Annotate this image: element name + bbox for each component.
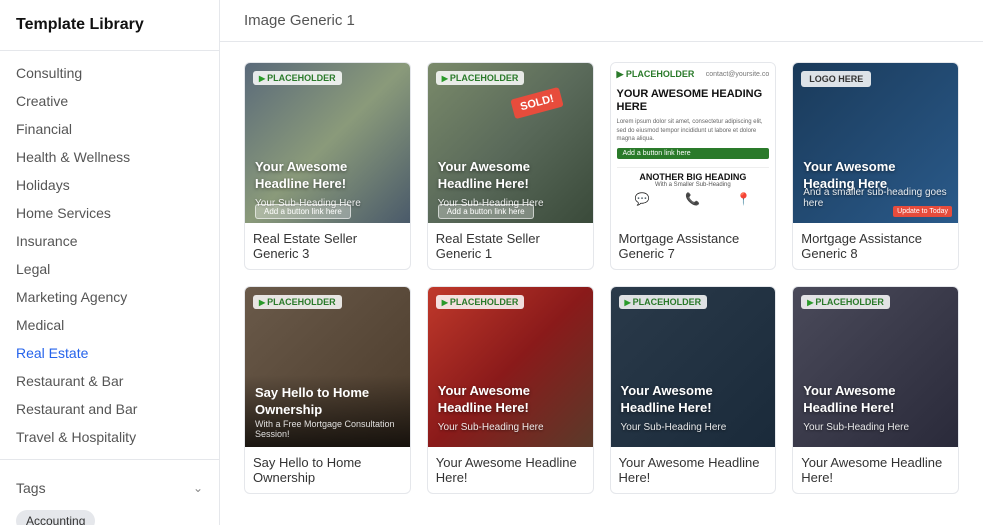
sidebar-nav-item-restaurant---bar[interactable]: Restaurant & Bar: [0, 367, 219, 395]
sidebar-nav-item-real-estate[interactable]: Real Estate: [0, 339, 219, 367]
main-header: Image Generic 1: [220, 0, 983, 42]
sidebar-nav-item-insurance[interactable]: Insurance: [0, 227, 219, 255]
template-card-6[interactable]: PLACEHOLDER Your Awesome Headline Here! …: [427, 286, 594, 494]
overlay-sub: With a Free Mortgage Consultation Sessio…: [255, 419, 400, 439]
sidebar-nav-item-medical[interactable]: Medical: [0, 311, 219, 339]
main-header-title: Image Generic 1: [244, 12, 355, 29]
sidebar-nav-item-holidays[interactable]: Holidays: [0, 171, 219, 199]
overlay-sub: Your Sub-Heading Here: [621, 422, 766, 433]
tags-label-text: Tags: [16, 480, 46, 496]
sidebar-nav-item-creative[interactable]: Creative: [0, 87, 219, 115]
template-label-5: Say Hello to Home Ownership: [245, 447, 410, 493]
mlc-body: Lorem ipsum dolor sit amet, consectetur …: [617, 118, 770, 143]
mlc-contact: contact@yoursite.co: [706, 71, 770, 78]
placeholder-badge: PLACEHOLDER: [253, 295, 342, 309]
mlc-second-heading: ANOTHER BIG HEADING: [617, 172, 770, 182]
template-card-3[interactable]: ▶ PLACEHOLDER contact@yoursite.co YOUR A…: [610, 62, 777, 270]
phone-icon: 📞: [685, 192, 700, 206]
mlc-icons: 💬 📞 📍: [617, 192, 770, 206]
overlay-btn: Add a button link here: [438, 204, 534, 219]
tags-section: Tags ⌄ Accounting: [0, 459, 219, 525]
overlay-btn: Add a button link here: [255, 204, 351, 219]
placeholder-badge: PLACEHOLDER: [436, 71, 525, 85]
sidebar-nav: ConsultingCreativeFinancialHealth & Well…: [0, 59, 219, 451]
placeholder-badge: PLACEHOLDER: [619, 295, 708, 309]
template-label-7: Your Awesome Headline Here!: [611, 447, 776, 493]
sidebar-nav-item-health---wellness[interactable]: Health & Wellness: [0, 143, 219, 171]
templates-grid: PLACEHOLDER Your Awesome Headline Here! …: [220, 42, 983, 514]
template-label-3: Mortgage Assistance Generic 7: [611, 223, 776, 269]
placeholder-badge: PLACEHOLDER: [436, 295, 525, 309]
template-card-8[interactable]: PLACEHOLDER Your Awesome Headline Here! …: [792, 286, 959, 494]
mlc-logo: ▶ PLACEHOLDER: [617, 69, 695, 80]
overlay-heading: Your Awesome Headline Here!: [438, 159, 583, 193]
sidebar-nav-item-marketing-agency[interactable]: Marketing Agency: [0, 283, 219, 311]
sidebar-title: Template Library: [0, 16, 219, 51]
template-label-6: Your Awesome Headline Here!: [428, 447, 593, 493]
placeholder-badge: PLACEHOLDER: [801, 295, 890, 309]
sidebar-nav-item-travel---hospitality[interactable]: Travel & Hospitality: [0, 423, 219, 451]
location-icon: 📍: [736, 192, 751, 206]
sidebar-nav-item-legal[interactable]: Legal: [0, 255, 219, 283]
mlc-btn: Add a button link here: [617, 148, 770, 159]
template-label-1: Real Estate Seller Generic 3: [245, 223, 410, 269]
template-label-8: Your Awesome Headline Here!: [793, 447, 958, 493]
sidebar-nav-item-consulting[interactable]: Consulting: [0, 59, 219, 87]
sidebar-nav-item-financial[interactable]: Financial: [0, 115, 219, 143]
sidebar-nav-item-restaurant-and-bar[interactable]: Restaurant and Bar: [0, 395, 219, 423]
placeholder-badge: PLACEHOLDER: [253, 71, 342, 85]
tag-pill-accounting[interactable]: Accounting: [16, 510, 95, 525]
logo-badge: LOGO HERE: [801, 71, 871, 87]
main-content: Image Generic 1 PLACEHOLDER Your Awesome…: [220, 0, 983, 525]
overlay-heading: Say Hello to Home Ownership: [255, 385, 400, 419]
template-card-5[interactable]: PLACEHOLDER Say Hello to Home Ownership …: [244, 286, 411, 494]
template-card-1[interactable]: PLACEHOLDER Your Awesome Headline Here! …: [244, 62, 411, 270]
page-wrapper: Template Library ConsultingCreativeFinan…: [0, 0, 983, 525]
template-label-2: Real Estate Seller Generic 1: [428, 223, 593, 269]
mortgage-light-content: ▶ PLACEHOLDER contact@yoursite.co YOUR A…: [611, 63, 776, 223]
overlay-heading: Your Awesome Headline Here!: [803, 383, 948, 417]
overlay-sub: Your Sub-Heading Here: [438, 422, 583, 433]
mlc-heading: YOUR AWESOME HEADING HERE: [617, 88, 770, 114]
overlay-heading: Your Awesome Headline Here!: [438, 383, 583, 417]
sidebar: Template Library ConsultingCreativeFinan…: [0, 0, 220, 525]
tags-toggle[interactable]: Tags ⌄: [16, 472, 203, 504]
chevron-down-icon: ⌄: [193, 481, 203, 495]
chat-icon: 💬: [634, 192, 649, 206]
update-badge: Update to Today: [893, 206, 952, 217]
template-card-4[interactable]: LOGO HERE Your Awesome Heading Here And …: [792, 62, 959, 270]
overlay-sub: Your Sub-Heading Here: [803, 422, 948, 433]
template-label-4: Mortgage Assistance Generic 8: [793, 223, 958, 269]
overlay-heading: Your Awesome Headline Here!: [621, 383, 766, 417]
mlc-second-sub: With a Smaller Sub-Heading: [617, 182, 770, 188]
sidebar-nav-item-home-services[interactable]: Home Services: [0, 199, 219, 227]
template-card-7[interactable]: PLACEHOLDER Your Awesome Headline Here! …: [610, 286, 777, 494]
overlay-heading: Your Awesome Headline Here!: [255, 159, 400, 193]
template-card-2[interactable]: PLACEHOLDER SOLD! Your Awesome Headline …: [427, 62, 594, 270]
